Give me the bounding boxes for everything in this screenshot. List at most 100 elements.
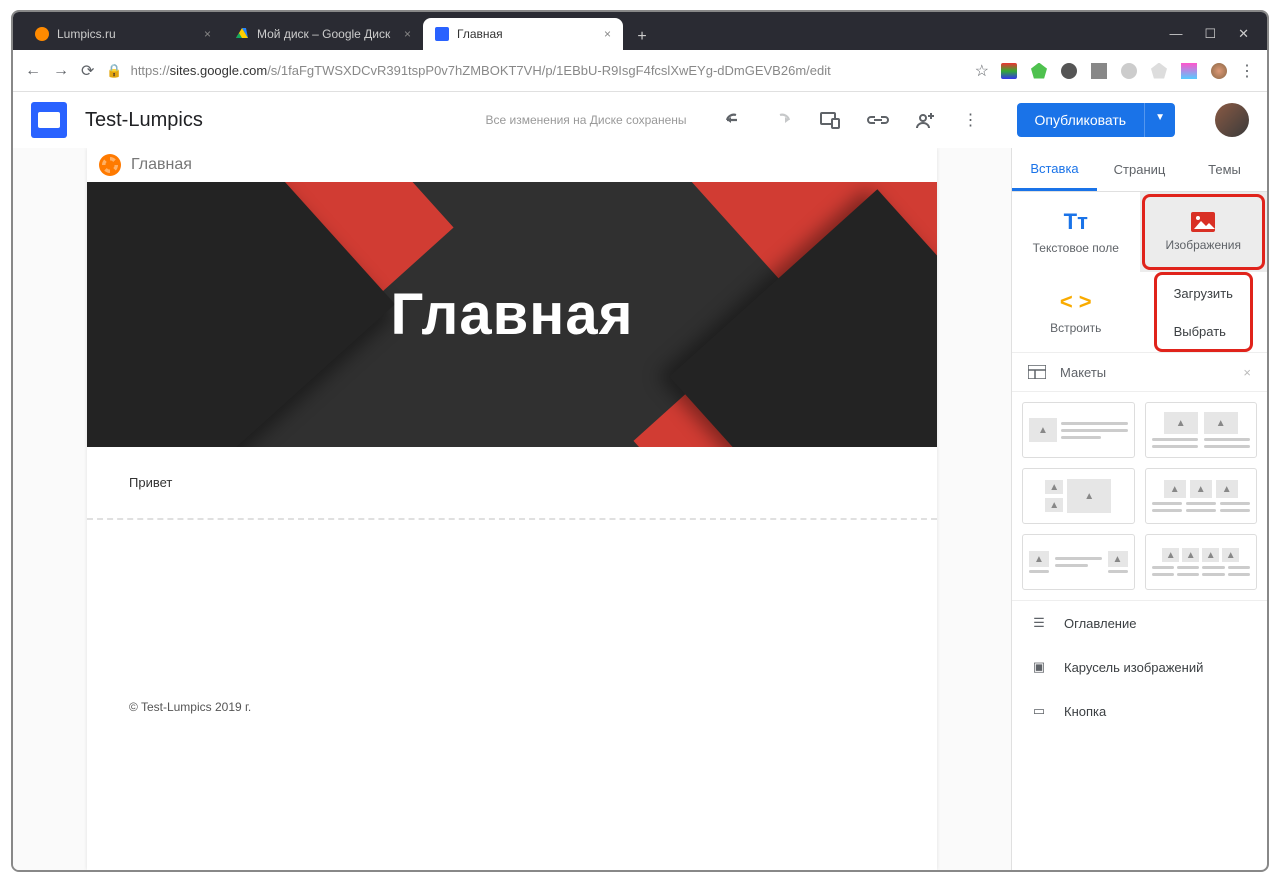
minimize-button[interactable]: —	[1169, 26, 1182, 42]
layouts-icon	[1028, 365, 1046, 379]
ext-icon[interactable]	[1121, 63, 1137, 79]
cell-label: Встроить	[1050, 321, 1101, 335]
extensions	[1001, 63, 1227, 79]
layout-option[interactable]: ▲	[1022, 402, 1135, 458]
close-icon[interactable]: ×	[1243, 365, 1251, 380]
site-nav-bar: Главная	[87, 148, 937, 182]
layout-option[interactable]: ▲▲▲	[1145, 468, 1258, 524]
layout-option[interactable]: ▲ ▲	[1022, 534, 1135, 590]
app-header: Test-Lumpics Все изменения на Диске сохр…	[13, 92, 1267, 148]
publish-group: Опубликовать ▼	[1017, 103, 1175, 137]
carousel-icon: ▣	[1030, 659, 1048, 675]
reload-button[interactable]: ⟳	[81, 61, 94, 81]
hero-title[interactable]: Главная	[391, 281, 634, 348]
tab-label: Lumpics.ru	[57, 27, 116, 41]
item-label: Карусель изображений	[1064, 660, 1203, 675]
layout-option[interactable]: ▲▲▲▲	[1145, 534, 1258, 590]
item-label: Кнопка	[1064, 704, 1106, 719]
back-button[interactable]: ←	[25, 62, 41, 80]
share-button[interactable]	[915, 111, 937, 129]
close-icon[interactable]: ×	[604, 27, 611, 41]
insert-text-box[interactable]: Tᴛ Текстовое поле	[1012, 192, 1140, 272]
favicon-lumpics	[35, 27, 49, 41]
sidebar: Вставка Страниц Темы Tᴛ Текстовое поле И…	[1011, 148, 1267, 870]
insert-button[interactable]: ▭ Кнопка	[1012, 689, 1267, 733]
favicon-drive	[235, 27, 249, 41]
cell-label: Текстовое поле	[1033, 241, 1119, 255]
choose-option[interactable]: Выбрать	[1156, 312, 1251, 350]
layouts-label: Макеты	[1060, 365, 1106, 380]
header-actions: ⋮ Опубликовать ▼	[723, 103, 1249, 137]
insert-image[interactable]: Изображения	[1140, 192, 1268, 272]
ext-icon[interactable]	[1061, 63, 1077, 79]
url-field[interactable]: 🔒 https://sites.google.com/s/1faFgTWSXDC…	[106, 63, 962, 79]
toc-icon: ☰	[1030, 615, 1048, 631]
close-icon[interactable]: ×	[204, 27, 211, 41]
sidebar-tabs: Вставка Страниц Темы	[1012, 148, 1267, 192]
ext-icon[interactable]	[1181, 63, 1197, 79]
layout-option[interactable]: ▲▲	[1145, 402, 1258, 458]
tab-themes[interactable]: Темы	[1182, 148, 1267, 191]
image-dropdown: Загрузить Выбрать	[1140, 272, 1268, 352]
publish-dropdown[interactable]: ▼	[1144, 103, 1175, 137]
highlight-border	[1142, 194, 1266, 270]
section-separator	[87, 518, 937, 520]
upload-option[interactable]: Загрузить	[1156, 274, 1251, 312]
sites-logo-icon[interactable]	[31, 102, 67, 138]
layouts-header[interactable]: Макеты ×	[1012, 352, 1267, 392]
site-nav-title: Главная	[131, 156, 192, 174]
url-domain: sites.google.com	[170, 63, 268, 78]
tab-lumpics[interactable]: Lumpics.ru ×	[23, 18, 223, 50]
new-tab-button[interactable]: +	[629, 24, 655, 50]
tab-strip: Lumpics.ru × Мой диск – Google Диск × Гл…	[23, 18, 1161, 50]
url-protocol: https://	[131, 63, 170, 78]
page-body[interactable]: Привет	[87, 447, 937, 518]
insert-toc[interactable]: ☰ Оглавление	[1012, 601, 1267, 645]
insert-embed[interactable]: < > Встроить	[1012, 272, 1140, 352]
avatar[interactable]	[1215, 103, 1249, 137]
image-icon	[1191, 212, 1215, 232]
item-label: Оглавление	[1064, 616, 1136, 631]
star-icon[interactable]: ☆	[975, 61, 989, 81]
tab-label: Мой диск – Google Диск	[257, 27, 390, 41]
favicon-sites	[435, 27, 449, 41]
ext-icon[interactable]	[1031, 63, 1047, 79]
insert-carousel[interactable]: ▣ Карусель изображений	[1012, 645, 1267, 689]
maximize-button[interactable]: ☐	[1204, 26, 1216, 42]
footer-text[interactable]: © Test-Lumpics 2019 г.	[87, 700, 937, 714]
tab-sites[interactable]: Главная ×	[423, 18, 623, 50]
save-status: Все изменения на Диске сохранены	[486, 113, 687, 127]
body-text[interactable]: Привет	[129, 475, 895, 490]
preview-button[interactable]	[819, 111, 841, 129]
publish-button[interactable]: Опубликовать	[1017, 103, 1145, 137]
text-icon: Tᴛ	[1064, 209, 1088, 235]
tab-drive[interactable]: Мой диск – Google Диск ×	[223, 18, 423, 50]
layout-option[interactable]: ▲▲ ▲	[1022, 468, 1135, 524]
window: Lumpics.ru × Мой диск – Google Диск × Гл…	[11, 10, 1269, 872]
ext-icon[interactable]	[1211, 63, 1227, 79]
link-button[interactable]	[867, 113, 889, 127]
forward-button[interactable]: →	[53, 62, 69, 80]
hero-banner[interactable]: Главная	[87, 182, 937, 447]
close-button[interactable]: ✕	[1238, 26, 1249, 42]
browser-titlebar: Lumpics.ru × Мой диск – Google Диск × Гл…	[13, 12, 1267, 50]
ext-icon[interactable]	[1091, 63, 1107, 79]
tab-label: Главная	[457, 27, 503, 41]
site-logo-icon	[99, 154, 121, 176]
close-icon[interactable]: ×	[404, 27, 411, 41]
more-button[interactable]: ⋮	[963, 110, 979, 130]
tab-pages[interactable]: Страниц	[1097, 148, 1182, 191]
undo-button[interactable]	[723, 109, 745, 131]
ext-icon[interactable]	[1151, 63, 1167, 79]
layouts-grid: ▲ ▲▲ ▲▲ ▲ ▲▲▲ ▲	[1012, 392, 1267, 600]
canvas-area[interactable]: Главная Главная Привет © Test-Lumpics 20…	[13, 148, 1011, 870]
address-bar: ← → ⟳ 🔒 https://sites.google.com/s/1faFg…	[13, 50, 1267, 92]
tab-insert[interactable]: Вставка	[1012, 148, 1097, 191]
workspace: Главная Главная Привет © Test-Lumpics 20…	[13, 148, 1267, 870]
lock-icon: 🔒	[106, 63, 122, 79]
canvas: Главная Главная Привет © Test-Lumpics 20…	[87, 148, 937, 870]
redo-button[interactable]	[771, 109, 793, 131]
site-title[interactable]: Test-Lumpics	[85, 109, 203, 132]
ext-icon[interactable]	[1001, 63, 1017, 79]
menu-icon[interactable]: ⋮	[1239, 61, 1255, 81]
